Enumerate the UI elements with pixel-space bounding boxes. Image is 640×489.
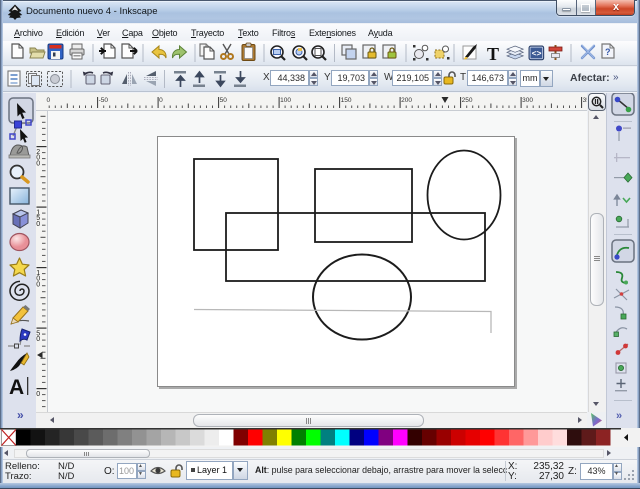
svg-text:0: 0 bbox=[47, 97, 51, 104]
svg-text:?: ? bbox=[605, 47, 611, 57]
svg-text:»: » bbox=[616, 410, 622, 422]
svg-text:0: 0 bbox=[36, 160, 40, 167]
svg-text:T: T bbox=[487, 44, 499, 64]
svg-text:150: 150 bbox=[341, 97, 352, 104]
svg-text:50: 50 bbox=[220, 97, 228, 104]
svg-text:-50: -50 bbox=[99, 97, 109, 104]
svg-text:0: 0 bbox=[36, 221, 40, 228]
svg-text:250: 250 bbox=[462, 97, 473, 104]
svg-text:100: 100 bbox=[280, 97, 291, 104]
svg-text:0: 0 bbox=[36, 281, 40, 288]
svg-text:<>: <> bbox=[532, 49, 542, 58]
svg-text:200: 200 bbox=[401, 97, 412, 104]
svg-text:0: 0 bbox=[36, 391, 40, 398]
svg-text:300: 300 bbox=[522, 97, 533, 104]
svg-text:0: 0 bbox=[159, 97, 163, 104]
svg-text:»: » bbox=[17, 408, 24, 422]
svg-text:0: 0 bbox=[36, 336, 40, 343]
svg-text:A: A bbox=[9, 376, 24, 399]
